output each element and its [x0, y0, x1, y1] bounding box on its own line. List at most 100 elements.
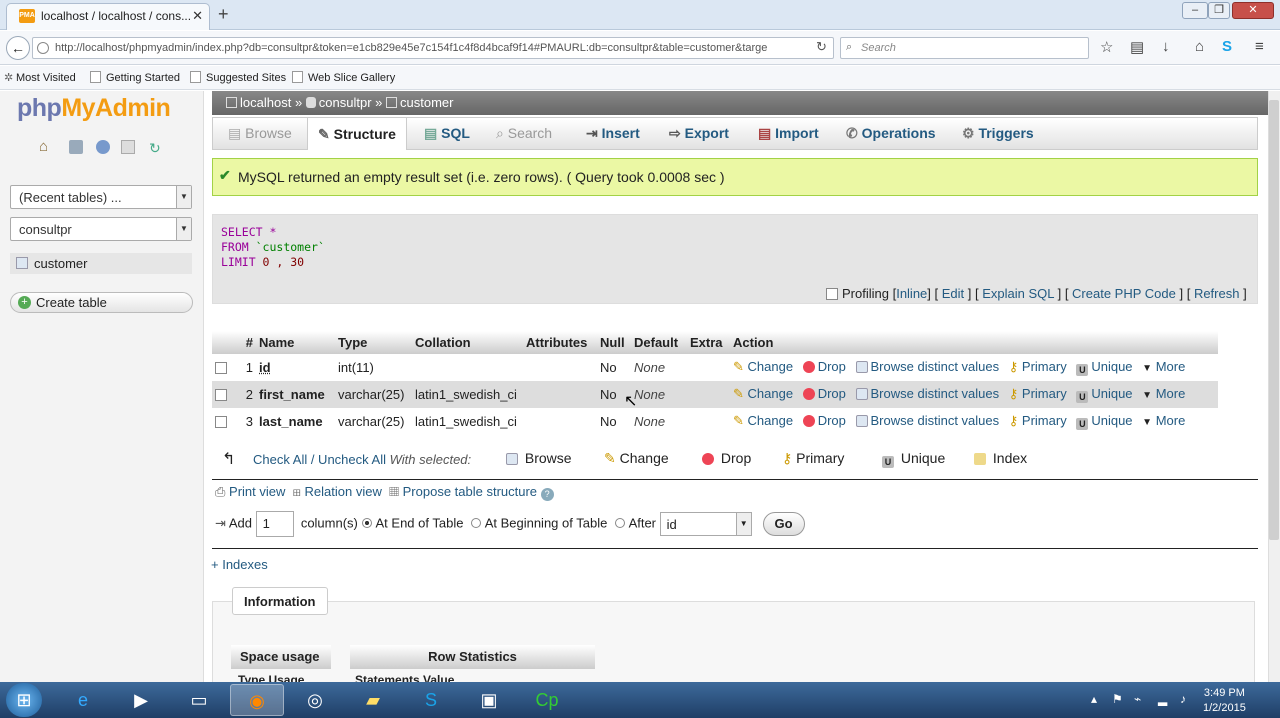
- new-tab-icon[interactable]: +: [218, 4, 229, 25]
- column-count-input[interactable]: 1: [255, 511, 294, 537]
- tab-close-icon[interactable]: ✕: [192, 8, 203, 24]
- print-view-link[interactable]: ⎙ Print view: [215, 484, 285, 499]
- table-row[interactable]: 1 id int(11) No None ✎ Change Drop Browse dis…: [212, 354, 1218, 381]
- browser-tab[interactable]: PMA localhost / localhost / cons... ✕: [6, 3, 210, 30]
- scrollbar-thumb[interactable]: [1269, 100, 1279, 540]
- more-dropdown[interactable]: ▼ More: [1142, 413, 1185, 428]
- skype-icon[interactable]: S: [1222, 38, 1232, 55]
- change-link[interactable]: ✎ Change: [733, 386, 793, 401]
- tab-insert[interactable]: ⇥ Insert: [576, 117, 650, 150]
- table-row[interactable]: 3 last_name varchar(25) latin1_swedish_ci No…: [212, 408, 1218, 435]
- create-php-code-link[interactable]: Create PHP Code: [1072, 286, 1176, 301]
- relation-view-link[interactable]: ⊞ Relation view: [293, 484, 382, 499]
- unique-link[interactable]: U Unique: [1076, 359, 1133, 376]
- change-link[interactable]: ✎ Change: [733, 413, 793, 428]
- primary-link[interactable]: ⚷ Primary: [1009, 413, 1067, 428]
- edit-link[interactable]: Edit: [942, 286, 964, 301]
- drop-link[interactable]: Drop: [802, 386, 846, 401]
- taskbar-folder-icon[interactable]: ▰: [346, 684, 400, 716]
- help-icon[interactable]: [96, 140, 110, 154]
- breadcrumb-database[interactable]: consultpr: [319, 95, 372, 110]
- database-select[interactable]: consultpr ▼: [10, 217, 192, 241]
- tray-signal-icon[interactable]: ▂: [1158, 692, 1167, 706]
- at-beginning-radio[interactable]: [470, 518, 481, 529]
- table-row[interactable]: 2 first_name varchar(25) latin1_swedish_ci N…: [212, 381, 1218, 408]
- tab-search[interactable]: ⌕ Search: [486, 117, 562, 150]
- primary-link[interactable]: ⚷ Primary: [1009, 386, 1067, 401]
- more-dropdown[interactable]: ▼ More: [1142, 359, 1185, 374]
- close-window-icon[interactable]: ✕: [1232, 2, 1274, 19]
- tray-flag-icon[interactable]: ⚑: [1112, 692, 1123, 706]
- primary-link[interactable]: ⚷ Primary: [1009, 359, 1067, 374]
- tab-triggers[interactable]: ⚙ Triggers: [952, 117, 1044, 150]
- refresh-link[interactable]: Refresh: [1194, 286, 1240, 301]
- recent-tables-select[interactable]: (Recent tables) ... ▼: [10, 185, 192, 209]
- documentation-icon[interactable]: [121, 140, 135, 154]
- url-bar[interactable]: http://localhost/phpmyadmin/index.php?db…: [32, 37, 834, 59]
- taskbar-camtasia-icon[interactable]: Cp: [520, 684, 574, 716]
- indexes-toggle-link[interactable]: + Indexes: [211, 557, 268, 572]
- reload-icon[interactable]: ↻: [816, 39, 827, 55]
- reload-navigation-icon[interactable]: ↻: [149, 140, 163, 156]
- bulk-index-button[interactable]: Index: [974, 450, 1027, 466]
- logout-icon[interactable]: [69, 140, 83, 154]
- bulk-drop-button[interactable]: Drop: [702, 450, 751, 466]
- minimize-icon[interactable]: –: [1182, 2, 1208, 19]
- back-arrow-icon[interactable]: ←: [6, 36, 30, 60]
- tab-sql[interactable]: ▤ SQL: [414, 117, 480, 150]
- create-table-button[interactable]: + Create table: [10, 292, 193, 313]
- taskbar-window-icon[interactable]: ▣: [462, 684, 516, 716]
- tray-arrow-icon[interactable]: ▴: [1091, 692, 1097, 706]
- unique-link[interactable]: U Unique: [1076, 413, 1133, 430]
- tab-export[interactable]: ⇨ Export: [659, 117, 739, 150]
- taskbar-clock[interactable]: 3:49 PM 1/2/2015: [1203, 686, 1246, 716]
- explain-sql-link[interactable]: Explain SQL: [982, 286, 1054, 301]
- downloads-icon[interactable]: ↓: [1162, 38, 1170, 55]
- taskbar-internet-explorer-icon[interactable]: e: [56, 684, 110, 716]
- bookmark-getting-started[interactable]: Getting Started: [90, 71, 180, 84]
- menu-icon[interactable]: ≡: [1255, 38, 1264, 55]
- tab-browse[interactable]: ▤ Browse: [218, 117, 302, 150]
- maximize-icon[interactable]: ❐: [1208, 2, 1230, 19]
- bulk-primary-button[interactable]: ⚷ Primary: [782, 450, 844, 467]
- taskbar-media-player-icon[interactable]: ▶: [114, 684, 168, 716]
- bookmark-web-slice-gallery[interactable]: Web Slice Gallery: [292, 71, 395, 84]
- help-icon[interactable]: ?: [540, 488, 554, 501]
- bookmark-star-icon[interactable]: ☆: [1100, 38, 1113, 56]
- browser-search-input[interactable]: ⌕ Search: [840, 37, 1089, 59]
- check-all-link[interactable]: Check All / Uncheck All: [253, 452, 386, 467]
- breadcrumb-server[interactable]: localhost: [240, 95, 291, 110]
- tray-volume-icon[interactable]: ♪: [1180, 692, 1186, 706]
- phpmyadmin-logo[interactable]: phpMyAdmin: [17, 94, 171, 123]
- inline-link[interactable]: Inline: [896, 286, 927, 301]
- after-column-select[interactable]: id ▼: [659, 512, 752, 536]
- bulk-change-button[interactable]: ✎ Change: [604, 450, 669, 467]
- propose-structure-link[interactable]: ▦ Propose table structure: [389, 484, 537, 499]
- bulk-unique-button[interactable]: U Unique: [882, 450, 945, 468]
- browse-distinct-link[interactable]: Browse distinct values: [855, 386, 999, 401]
- bookmarks-list-icon[interactable]: ▤: [1130, 38, 1144, 56]
- taskbar-firefox-icon[interactable]: ◉: [230, 684, 284, 716]
- drop-link[interactable]: Drop: [802, 413, 846, 428]
- row-checkbox[interactable]: [215, 416, 227, 428]
- at-end-radio[interactable]: [361, 518, 372, 529]
- row-checkbox[interactable]: [215, 362, 227, 374]
- home-icon[interactable]: ⌂: [39, 138, 53, 155]
- unique-link[interactable]: U Unique: [1076, 386, 1133, 403]
- tray-network-icon[interactable]: ⌁: [1134, 692, 1141, 706]
- taskbar-file-explorer-icon[interactable]: ▭: [172, 684, 226, 716]
- breadcrumb-table[interactable]: customer: [400, 95, 453, 110]
- taskbar-skype-icon[interactable]: S: [404, 684, 458, 716]
- bookmark-most-visited[interactable]: ✲ Most Visited: [4, 71, 76, 84]
- start-button[interactable]: ⊞: [6, 683, 42, 717]
- go-button[interactable]: Go: [762, 512, 805, 536]
- taskbar-app-icon[interactable]: ◎: [288, 684, 342, 716]
- sidebar-item-customer[interactable]: customer: [10, 253, 192, 274]
- more-dropdown[interactable]: ▼ More: [1142, 386, 1185, 401]
- bulk-browse-button[interactable]: Browse: [506, 450, 572, 466]
- browse-distinct-link[interactable]: Browse distinct values: [855, 413, 999, 428]
- bookmark-suggested-sites[interactable]: Suggested Sites: [190, 71, 286, 84]
- row-checkbox[interactable]: [215, 389, 227, 401]
- home-icon[interactable]: ⌂: [1195, 38, 1204, 55]
- browse-distinct-link[interactable]: Browse distinct values: [855, 359, 999, 374]
